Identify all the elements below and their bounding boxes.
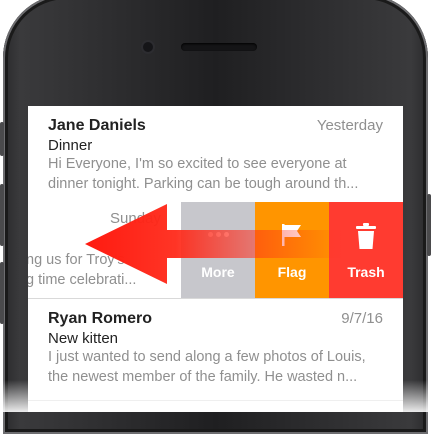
side-button (0, 122, 4, 156)
email-row-jane-daniels[interactable]: Jane Daniels Yesterday Dinner Hi Everyon… (28, 106, 403, 202)
earpiece-speaker (181, 43, 257, 51)
email-sender: Jane Daniels (48, 117, 146, 134)
side-button (427, 194, 431, 256)
bottom-fade (0, 380, 431, 412)
front-camera (143, 42, 153, 52)
email-subject: Dinner (48, 137, 93, 154)
email-preview: Hi Everyone, I'm so excited to see every… (48, 156, 359, 192)
swipe-left-arrow-icon (85, 204, 345, 284)
email-date: 9/7/16 (341, 310, 383, 327)
email-sender: Ryan Romero (48, 310, 153, 327)
side-button (0, 262, 4, 324)
side-button (0, 184, 4, 246)
email-subject: New kitten (48, 330, 119, 347)
email-date: Yesterday (316, 117, 383, 134)
